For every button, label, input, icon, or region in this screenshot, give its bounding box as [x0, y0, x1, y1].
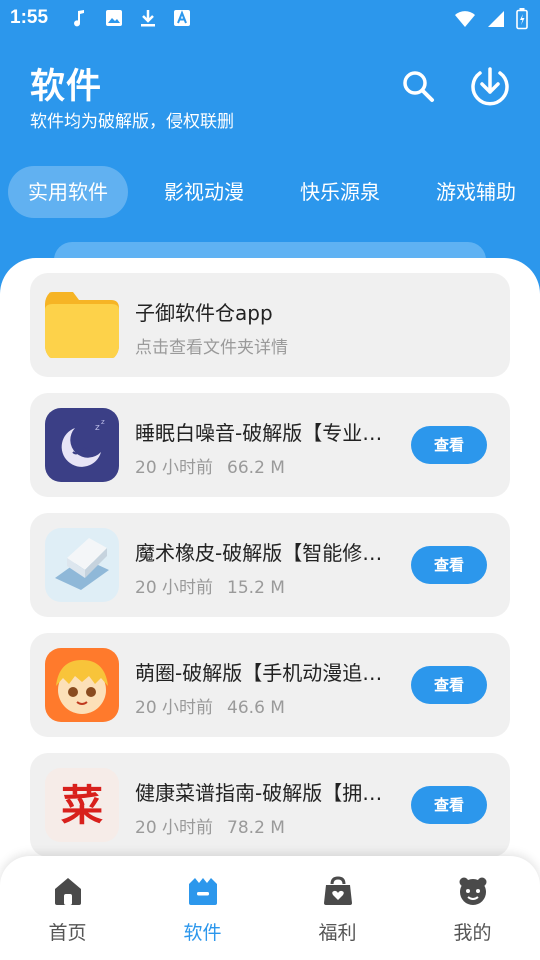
view-button[interactable]: 查看 — [411, 666, 487, 704]
folder-icon — [45, 288, 119, 362]
signal-icon — [486, 9, 506, 33]
nav-software-label: 软件 — [183, 922, 222, 944]
font-app-icon — [172, 8, 192, 28]
profile-icon — [456, 874, 490, 908]
tab-game-helper[interactable]: 游戏辅助 — [419, 166, 533, 218]
app-title: 魔术橡皮-破解版【智能修图】 — [135, 541, 390, 565]
download-button[interactable] — [468, 66, 512, 110]
folder-item[interactable]: 子御软件仓app 点击查看文件夹详情 — [30, 273, 510, 377]
app-meta: 20 小时前 78.2 M — [135, 813, 285, 838]
app-meta: 20 小时前 46.6 M — [135, 693, 285, 718]
list-item[interactable]: z z 睡眠白噪音-破解版【专业版】 20 小时前 66.2 M 查看 — [30, 393, 510, 497]
app-time: 20 小时前 — [135, 698, 214, 718]
software-icon — [186, 874, 220, 908]
app-time: 20 小时前 — [135, 818, 214, 838]
nav-welfare[interactable]: 福利 — [270, 856, 405, 960]
download-status-icon — [138, 8, 158, 28]
search-icon — [400, 68, 436, 108]
app-title: 健康菜谱指南-破解版【拥有会员】 — [135, 781, 390, 805]
folder-title: 子御软件仓app — [135, 301, 273, 325]
svg-text:菜: 菜 — [61, 781, 103, 830]
nav-home[interactable]: 首页 — [0, 856, 135, 960]
app-time: 20 小时前 — [135, 578, 214, 598]
page-subtitle: 软件均为破解版，侵权联删 — [30, 112, 234, 132]
tab-video-anime[interactable]: 影视动漫 — [147, 166, 261, 218]
status-time: 1:55 — [10, 7, 49, 28]
moon-icon: z z — [45, 408, 119, 482]
app-title: 睡眠白噪音-破解版【专业版】 — [135, 421, 390, 445]
list-item[interactable]: 萌圈-破解版【手机动漫追番】 20 小时前 46.6 M 查看 — [30, 633, 510, 737]
view-button[interactable]: 查看 — [411, 426, 487, 464]
image-icon — [104, 8, 124, 28]
nav-home-label: 首页 — [48, 922, 87, 944]
download-icon — [469, 65, 511, 111]
view-button[interactable]: 查看 — [411, 786, 487, 824]
category-tabs: 实用软件 影视动漫 快乐源泉 游戏辅助 — [0, 166, 540, 218]
nav-welfare-label: 福利 — [318, 922, 357, 944]
app-size: 78.2 M — [227, 818, 285, 838]
svg-text:z: z — [95, 423, 100, 433]
battery-icon — [516, 8, 528, 34]
folder-subtitle: 点击查看文件夹详情 — [135, 338, 288, 358]
bottom-nav: 首页 软件 福利 我的 — [0, 856, 540, 960]
app-meta: 20 小时前 66.2 M — [135, 453, 285, 478]
anime-face-icon — [45, 648, 119, 722]
app-meta: 20 小时前 15.2 M — [135, 573, 285, 598]
page-title: 软件 — [30, 67, 103, 107]
app-title: 萌圈-破解版【手机动漫追番】 — [135, 661, 390, 685]
search-button[interactable] — [396, 66, 440, 110]
wifi-icon — [454, 9, 476, 33]
tab-utility-software[interactable]: 实用软件 — [8, 166, 128, 218]
nav-software[interactable]: 软件 — [135, 856, 270, 960]
gift-bag-icon — [321, 874, 355, 908]
app-size: 66.2 M — [227, 458, 285, 478]
list-item[interactable]: 菜 健康菜谱指南-破解版【拥有会员】 20 小时前 78.2 M 查看 — [30, 753, 510, 857]
app-size: 46.6 M — [227, 698, 285, 718]
list-item[interactable]: 魔术橡皮-破解版【智能修图】 20 小时前 15.2 M 查看 — [30, 513, 510, 617]
eraser-icon — [45, 528, 119, 602]
nav-profile-label: 我的 — [453, 922, 492, 944]
svg-text:z: z — [101, 418, 105, 426]
status-bar: 1:55 — [0, 0, 540, 36]
view-button[interactable]: 查看 — [411, 546, 487, 584]
tab-fun-source[interactable]: 快乐源泉 — [283, 166, 397, 218]
app-size: 15.2 M — [227, 578, 285, 598]
recipe-icon: 菜 — [45, 768, 119, 842]
nav-profile[interactable]: 我的 — [405, 856, 540, 960]
home-icon — [51, 874, 85, 908]
app-time: 20 小时前 — [135, 458, 214, 478]
music-note-icon — [70, 8, 90, 28]
